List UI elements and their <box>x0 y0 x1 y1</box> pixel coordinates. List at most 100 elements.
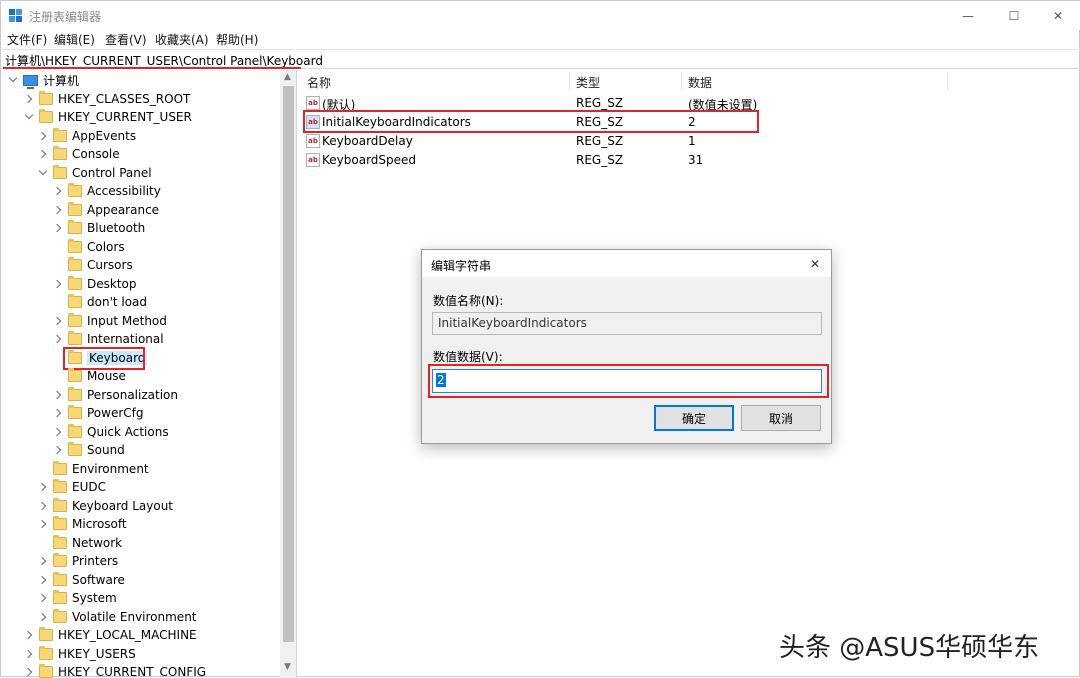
address-bar[interactable]: 计算机\HKEY_CURRENT_USER\Control Panel\Keyb… <box>1 49 1080 69</box>
maximize-button[interactable]: ☐ <box>991 1 1037 30</box>
tree-item[interactable]: Colors <box>52 238 125 256</box>
tree-item[interactable]: Printers <box>37 552 118 570</box>
tree-item-label: Personalization <box>87 388 178 402</box>
tree-item[interactable]: Environment <box>37 460 149 478</box>
menu-view[interactable]: 查看(V) <box>105 31 147 48</box>
tree-item[interactable]: EUDC <box>37 478 106 496</box>
tree-item[interactable]: PowerCfg <box>52 404 144 422</box>
menu-favorites[interactable]: 收藏夹(A) <box>155 31 209 48</box>
close-button[interactable]: ✕ <box>1035 1 1080 30</box>
chevron-right-icon[interactable] <box>23 666 35 678</box>
tree-item-label: HKEY_CURRENT_USER <box>58 110 192 124</box>
tree-item[interactable]: Control Panel <box>37 164 152 182</box>
chevron-right-icon[interactable] <box>52 185 64 197</box>
tree-item[interactable]: Quick Actions <box>52 423 169 441</box>
list-row[interactable]: ab KeyboardDelay REG_SZ 1 <box>301 132 951 151</box>
chevron-right-icon[interactable] <box>23 93 35 105</box>
ok-button[interactable]: 确定 <box>654 405 734 431</box>
tree-item[interactable]: Appearance <box>52 201 159 219</box>
tree-item[interactable]: HKEY_CLASSES_ROOT <box>23 90 190 108</box>
scrollbar-thumb[interactable] <box>283 86 294 642</box>
chevron-right-icon[interactable] <box>37 555 49 567</box>
tree-item[interactable]: Bluetooth <box>52 219 145 237</box>
tree-item[interactable]: Input Method <box>52 312 167 330</box>
chevron-right-icon[interactable] <box>23 648 35 660</box>
maximize-icon: ☐ <box>1008 8 1020 23</box>
cancel-button[interactable]: 取消 <box>741 405 821 431</box>
tree-item-label: Printers <box>72 554 119 568</box>
chevron-right-icon[interactable] <box>37 148 49 160</box>
tree-item[interactable]: HKEY_CURRENT_USER <box>23 108 192 126</box>
tree-item[interactable]: Cursors <box>52 256 133 274</box>
minimize-button[interactable]: — <box>945 1 991 30</box>
chevron-right-icon[interactable] <box>52 278 64 290</box>
tree-item-computer[interactable]: 计算机 <box>7 71 79 89</box>
tree-item[interactable]: Accessibility <box>52 182 161 200</box>
list-row[interactable]: ab KeyboardSpeed REG_SZ 31 <box>301 151 951 170</box>
folder-icon <box>68 424 82 438</box>
folder-icon <box>39 646 53 660</box>
chevron-down-icon[interactable] <box>37 167 49 179</box>
tree-item[interactable]: Console <box>37 145 120 163</box>
menu-file[interactable]: 文件(F) <box>7 31 47 48</box>
tree-item[interactable]: Software <box>37 571 125 589</box>
tree-item[interactable]: Desktop <box>52 275 137 293</box>
tree-item-label: PowerCfg <box>87 406 144 420</box>
tree-item-label: EUDC <box>72 480 106 494</box>
chevron-right-icon[interactable] <box>37 130 49 142</box>
chevron-down-icon[interactable] <box>7 74 19 86</box>
value-name: KeyboardSpeed <box>322 153 417 167</box>
chevron-right-icon[interactable] <box>37 592 49 604</box>
column-header-type[interactable]: 类型 <box>576 74 600 91</box>
tree-item[interactable]: Network <box>37 534 122 552</box>
tree-item[interactable]: don't load <box>52 293 147 311</box>
chevron-right-icon[interactable] <box>52 389 64 401</box>
tree-item[interactable]: HKEY_LOCAL_MACHINE <box>23 626 197 644</box>
tree-item-label: don't load <box>87 295 148 309</box>
value-name-field: InitialKeyboardIndicators <box>432 312 822 335</box>
title-bar: 注册表编辑器 — ☐ ✕ <box>1 1 1080 30</box>
dialog-close-button[interactable]: ✕ <box>804 253 826 275</box>
chevron-right-icon[interactable] <box>37 500 49 512</box>
folder-icon <box>68 257 82 271</box>
tree-item[interactable]: Sound <box>52 441 125 459</box>
dialog-title-bar[interactable]: 编辑字符串 ✕ <box>422 250 831 277</box>
chevron-right-icon[interactable] <box>52 315 64 327</box>
chevron-right-icon[interactable] <box>52 222 64 234</box>
tree-item[interactable]: Volatile Environment <box>37 608 197 626</box>
chevron-right-icon[interactable] <box>23 629 35 641</box>
chevron-right-icon[interactable] <box>52 407 64 419</box>
menu-edit[interactable]: 编辑(E) <box>54 31 95 48</box>
tree-scrollbar[interactable]: ▲ ▼ <box>280 70 296 678</box>
scroll-up-icon[interactable]: ▲ <box>284 72 291 82</box>
value-name: KeyboardDelay <box>322 134 413 148</box>
chevron-down-icon[interactable] <box>23 111 35 123</box>
column-header-name[interactable]: 名称 <box>307 74 331 91</box>
tree-item[interactable]: Mouse <box>52 367 126 385</box>
tree-item[interactable]: HKEY_USERS <box>23 645 136 663</box>
tree-item-label: Bluetooth <box>87 221 146 235</box>
tree-item[interactable]: Microsoft <box>37 515 127 533</box>
value-data: 1 <box>688 134 696 148</box>
menu-help[interactable]: 帮助(H) <box>216 31 258 48</box>
chevron-right-icon[interactable] <box>37 518 49 530</box>
chevron-right-icon[interactable] <box>52 204 64 216</box>
tree-item[interactable]: HKEY_CURRENT_CONFIG <box>23 663 206 678</box>
tree-item[interactable]: International <box>52 330 164 348</box>
close-icon: ✕ <box>1052 8 1064 23</box>
edit-string-dialog: 编辑字符串 ✕ 数值名称(N): InitialKeyboardIndicato… <box>421 249 832 444</box>
chevron-right-icon[interactable] <box>52 444 64 456</box>
column-header-data[interactable]: 数据 <box>688 74 712 91</box>
scroll-down-icon[interactable]: ▼ <box>284 662 291 672</box>
tree-item[interactable]: AppEvents <box>37 127 136 145</box>
chevron-right-icon[interactable] <box>37 611 49 623</box>
tree-item[interactable]: Keyboard Layout <box>37 497 173 515</box>
chevron-right-icon[interactable] <box>52 333 64 345</box>
chevron-right-icon[interactable] <box>37 574 49 586</box>
chevron-right-icon[interactable] <box>37 481 49 493</box>
value-name-label: 数值名称(N): <box>433 294 504 308</box>
folder-icon <box>53 461 67 475</box>
tree-item[interactable]: System <box>37 589 117 607</box>
tree-item[interactable]: Personalization <box>52 386 178 404</box>
chevron-right-icon[interactable] <box>52 426 64 438</box>
